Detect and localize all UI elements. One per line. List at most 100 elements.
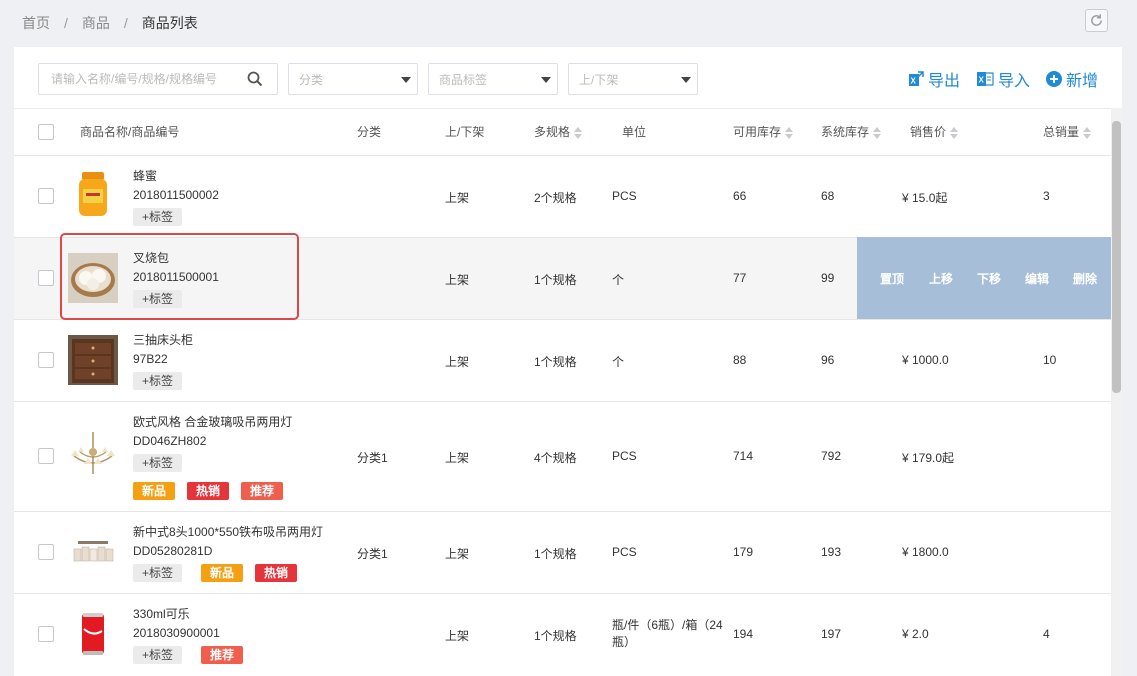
add-tag-button[interactable]: +标签 (133, 208, 183, 226)
export-icon: X (908, 71, 924, 86)
status-select[interactable]: 上/下架 (568, 63, 698, 95)
system-stock-cell: 68 (821, 189, 835, 203)
import-button[interactable]: X 导入 (976, 67, 1030, 91)
edit-button[interactable]: 编辑 (1025, 270, 1049, 287)
scrollbar-thumb[interactable] (1112, 121, 1121, 393)
tag-select[interactable]: 商品标签 (428, 63, 558, 95)
vertical-scrollbar[interactable] (1111, 108, 1122, 676)
status-cell: 上架 (445, 451, 470, 465)
product-name[interactable]: 新中式8头1000*550铁布吸吊两用灯 (133, 523, 323, 540)
spec-cell: 1个规格 (534, 355, 577, 369)
product-name[interactable]: 三抽床头柜 (133, 331, 193, 348)
move-up-button[interactable]: 上移 (929, 270, 953, 287)
add-button[interactable]: 新增 (1045, 67, 1098, 91)
search-icon[interactable] (247, 71, 263, 87)
status-select-label: 上/下架 (579, 72, 619, 87)
row-action-bar: 置顶 上移 下移 编辑 删除 (857, 237, 1122, 319)
system-stock-cell: 197 (821, 627, 842, 641)
column-header-spec[interactable]: 多规格 (534, 109, 583, 156)
row-checkbox[interactable] (38, 188, 54, 204)
product-code: 2018011500002 (133, 188, 219, 202)
table-row[interactable]: 新中式8头1000*550铁布吸吊两用灯 DD05280281D +标签 新品 … (14, 512, 1111, 594)
price-cell: ¥ 1800.0 (902, 545, 949, 559)
sales-cell: 4 (1043, 627, 1050, 641)
export-button[interactable]: X 导出 (908, 67, 960, 91)
add-tag-button[interactable]: +标签 (133, 454, 183, 472)
column-header-label: 可用库存 (733, 125, 782, 139)
category-cell: 分类1 (357, 451, 388, 465)
sales-cell: 10 (1043, 353, 1057, 367)
column-header-name: 商品名称/商品编号 (80, 109, 179, 156)
product-name[interactable]: 330ml可乐 (133, 605, 190, 622)
table-row[interactable]: 欧式风格 合金玻璃吸吊两用灯 DD046ZH802 +标签 新品 热销 推荐 分… (14, 402, 1111, 512)
row-checkbox[interactable] (38, 270, 54, 286)
product-code: 2018030900001 (133, 626, 220, 640)
product-code: 97B22 (133, 352, 168, 366)
pin-top-button[interactable]: 置顶 (880, 270, 904, 287)
sort-icon (873, 126, 882, 139)
product-thumbnail-cola (82, 613, 104, 655)
breadcrumb-home[interactable]: 首页 (22, 13, 50, 33)
row-checkbox[interactable] (38, 448, 54, 464)
badge-new: 新品 (133, 482, 176, 500)
product-name[interactable]: 欧式风格 合金玻璃吸吊两用灯 (133, 413, 292, 430)
add-tag-button[interactable]: +标签 (133, 564, 183, 582)
price-cell: ¥ 15.0起 (902, 191, 948, 205)
badge-hot: 热销 (255, 564, 298, 582)
delete-button[interactable]: 删除 (1073, 270, 1097, 287)
refresh-icon (1091, 14, 1102, 26)
status-cell: 上架 (445, 547, 470, 561)
price-cell: ¥ 179.0起 (902, 451, 955, 465)
column-header-price[interactable]: 销售价 (910, 109, 959, 156)
unit-cell: 瓶/件（6瓶）/箱（24瓶） (612, 618, 723, 649)
plus-circle-icon (1045, 71, 1062, 87)
move-down-button[interactable]: 下移 (977, 270, 1001, 287)
breadcrumb-products[interactable]: 商品 (82, 13, 110, 33)
category-select-label: 分类 (299, 72, 324, 87)
product-thumbnail-ceiling-lamp (73, 541, 114, 562)
breadcrumb: 首页 / 商品 / 商品列表 (22, 13, 198, 33)
add-tag-button[interactable]: +标签 (133, 372, 183, 390)
product-code: DD05280281D (133, 544, 213, 558)
breadcrumb-separator: / (123, 15, 128, 31)
price-cell: ¥ 2.0 (902, 627, 929, 641)
import-label: 导入 (997, 73, 1030, 90)
product-name[interactable]: 蜂蜜 (133, 167, 157, 184)
column-header-available[interactable]: 可用库存 (733, 109, 794, 156)
toolbar-actions: X 导出 X 导入 新增 (908, 67, 1098, 91)
product-name[interactable]: 叉烧包 (133, 249, 169, 266)
refresh-button[interactable] (1085, 9, 1108, 32)
table-row[interactable]: 蜂蜜 2018011500002 +标签 上架 2个规格 PCS 66 68 ¥… (14, 156, 1111, 238)
select-all-checkbox[interactable] (38, 124, 54, 140)
category-select[interactable]: 分类 (288, 63, 418, 95)
svg-text:X: X (910, 77, 916, 86)
column-header-sales[interactable]: 总销量 (1043, 109, 1092, 156)
chevron-down-icon (541, 77, 551, 83)
tag-select-label: 商品标签 (439, 72, 488, 87)
unit-cell: PCS (612, 545, 637, 559)
sort-icon (785, 126, 794, 139)
status-cell: 上架 (445, 355, 470, 369)
add-tag-button[interactable]: +标签 (133, 290, 183, 308)
column-header-unit: 单位 (622, 109, 646, 156)
status-cell: 上架 (445, 629, 470, 643)
table-row[interactable]: 三抽床头柜 97B22 +标签 上架 1个规格 个 88 96 ¥ 1000.0… (14, 320, 1111, 402)
system-stock-cell: 99 (821, 271, 835, 285)
column-header-system[interactable]: 系统库存 (821, 109, 882, 156)
available-stock-cell: 88 (733, 353, 747, 367)
unit-cell: PCS (612, 449, 637, 463)
product-code: 2018011500001 (133, 270, 219, 284)
status-cell: 上架 (445, 273, 470, 287)
category-cell: 分类1 (357, 547, 388, 561)
add-tag-button[interactable]: +标签 (133, 646, 183, 664)
column-header-category: 分类 (357, 109, 381, 156)
row-checkbox[interactable] (38, 626, 54, 642)
search-input[interactable] (39, 65, 239, 93)
row-checkbox[interactable] (38, 544, 54, 560)
spec-cell: 4个规格 (534, 451, 577, 465)
table-row[interactable]: 330ml可乐 2018030900001 +标签 推荐 上架 1个规格 瓶/件… (14, 594, 1111, 676)
breadcrumb-separator: / (64, 15, 68, 31)
system-stock-cell: 792 (821, 449, 842, 463)
row-checkbox[interactable] (38, 352, 54, 368)
price-cell: ¥ 1000.0 (902, 353, 949, 367)
